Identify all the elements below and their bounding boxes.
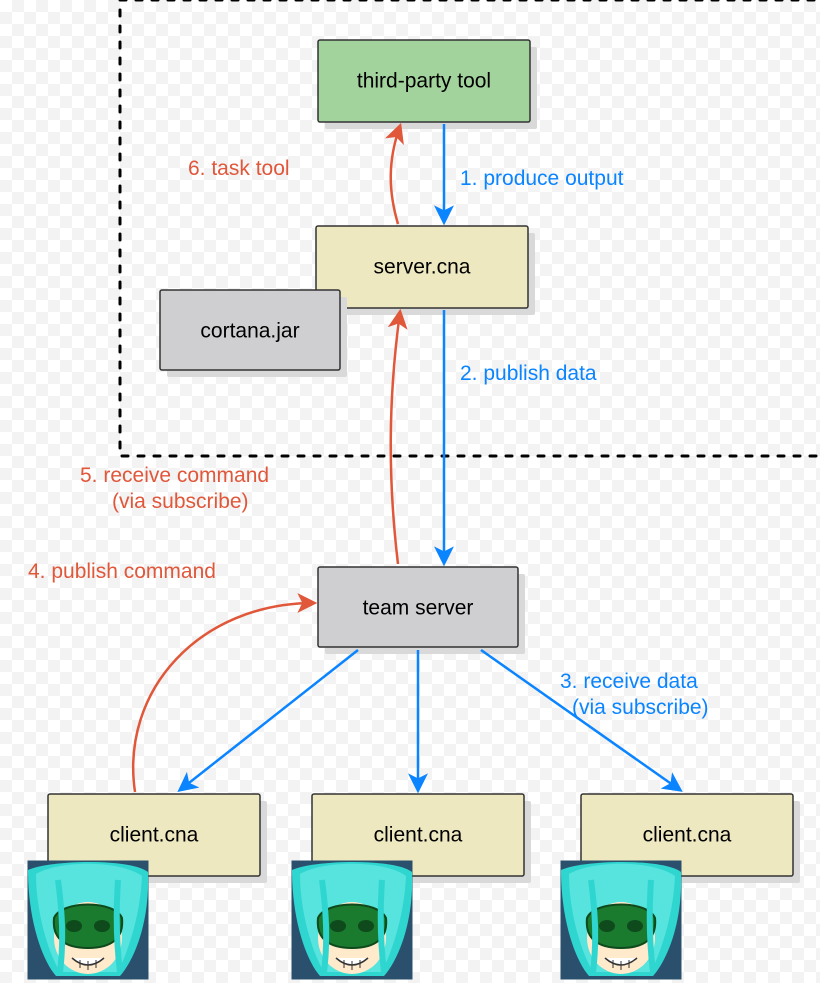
label-client-1: client.cna: [110, 824, 199, 847]
avatar-client-1: [28, 861, 148, 979]
arrow-6-task-tool: [391, 126, 400, 224]
label-server-cna: server.cna: [374, 256, 471, 279]
node-team-server: team server: [318, 567, 525, 654]
label-client-3: client.cna: [643, 824, 732, 847]
node-server-cna: server.cna: [316, 226, 535, 315]
step-2-label: 2. publish data: [460, 362, 597, 385]
arrow-team-to-client1: [180, 650, 358, 790]
step-3-label-line2: (via subscribe): [572, 696, 709, 719]
step-5-label-line2: (via subscribe): [112, 490, 249, 513]
step-3-label-line1: 3. receive data: [560, 670, 698, 693]
avatar-client-2: [292, 861, 412, 979]
label-team-server: team server: [363, 597, 474, 620]
label-client-2: client.cna: [374, 824, 463, 847]
label-third-party-tool: third-party tool: [357, 70, 491, 93]
node-third-party-tool: third-party tool: [318, 40, 537, 129]
step-6-label: 6. task tool: [188, 157, 290, 180]
architecture-diagram: third-party tool server.cna cortana.jar …: [0, 0, 820, 983]
node-cortana-jar: cortana.jar: [160, 290, 347, 377]
step-5-label-line1: 5. receive command: [80, 464, 269, 487]
label-cortana-jar: cortana.jar: [200, 320, 299, 343]
arrow-4-publish-command: [133, 603, 314, 792]
step-1-label: 1. produce output: [460, 167, 624, 190]
step-4-label: 4. publish command: [28, 560, 216, 583]
avatar-client-3: [561, 861, 681, 979]
arrow-5-receive-command: [391, 312, 400, 564]
